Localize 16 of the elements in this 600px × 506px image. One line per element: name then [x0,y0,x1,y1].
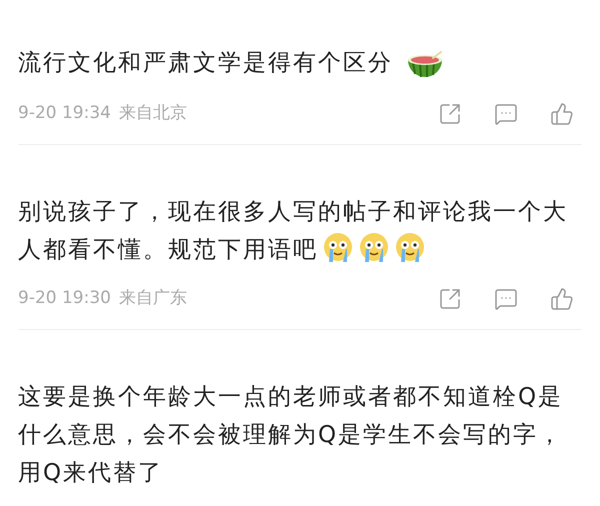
crying-face-icon [358,232,390,264]
comment-icon[interactable] [494,102,518,126]
comment-text: 别说孩子了，现在很多人写的帖子和评论我一个大人都看不懂。规范下用语吧 [18,198,569,266]
comment-time: 9-20 19:34 [18,102,111,126]
share-icon[interactable] [438,102,462,126]
crying-face-icon [322,232,354,264]
comment-location: 来自广东 [118,287,187,310]
comment-location: 来自北京 [118,102,187,126]
share-icon[interactable] [438,287,462,311]
comment-text: 流行文化和严肃文学是得有个区分 [18,44,574,84]
comment-time: 9-20 19:30 [18,287,111,310]
comment-text: 这要是换个年龄大一点的老师或者都不知道栓Q是什么意思，会不会被理解为Q是学生不会写的字，用Q来代替了 [18,383,564,488]
like-icon[interactable] [550,287,574,311]
comment-icon[interactable] [494,287,518,311]
crying-face-icon [394,232,426,264]
like-icon[interactable] [550,102,574,126]
